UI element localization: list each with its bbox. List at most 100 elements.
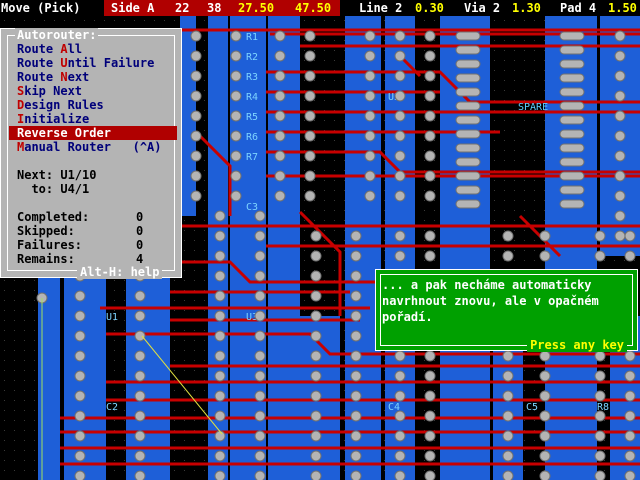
pad [190, 130, 202, 142]
pad [134, 370, 146, 382]
pad [230, 90, 242, 102]
press-any-key-prompt[interactable]: Press any key [527, 338, 627, 352]
pad [614, 130, 626, 142]
pad [364, 110, 376, 122]
menu-item-reverse-order[interactable]: Reverse Order [9, 126, 177, 140]
pad [502, 350, 514, 362]
pad [214, 250, 226, 262]
pad [624, 390, 636, 402]
pad [230, 70, 242, 82]
via-label: Via 2 [464, 1, 501, 15]
menu-item-initialize[interactable]: Initialize [17, 112, 89, 126]
pad [350, 230, 362, 242]
pad [310, 370, 322, 382]
pad [310, 230, 322, 242]
pad [394, 150, 406, 162]
pad [394, 110, 406, 122]
pad [559, 59, 585, 69]
pad [350, 250, 362, 262]
pad [304, 110, 316, 122]
skipped-label: Skipped: [17, 224, 75, 238]
pad [230, 50, 242, 62]
coord-x-mm: 27.50 [238, 1, 275, 15]
pad [594, 250, 606, 262]
failures-label: Failures: [17, 238, 83, 252]
pad [455, 115, 481, 125]
pad [74, 310, 86, 322]
pad [455, 171, 481, 181]
autorouter-menu: Autorouter: Route All Route Until Failure… [0, 28, 182, 279]
pad [214, 290, 226, 302]
pad [394, 230, 406, 242]
pad [254, 450, 266, 462]
pad [594, 230, 606, 242]
pad [350, 390, 362, 402]
pad [424, 390, 436, 402]
pad [304, 30, 316, 42]
menu-item-route-until-failure[interactable]: Route Until Failure [17, 56, 154, 70]
component-label: R4 [246, 92, 258, 103]
line-label: Line 2 [359, 1, 403, 15]
pad [310, 310, 322, 322]
menu-item-design-rules[interactable]: Design Rules [17, 98, 104, 112]
pad [594, 430, 606, 442]
pad [254, 370, 266, 382]
pad [614, 230, 626, 242]
pad [559, 171, 585, 181]
component-label: R2 [246, 52, 258, 63]
pad [614, 30, 626, 42]
pad [254, 410, 266, 422]
side-indicator: Side A [111, 1, 155, 15]
pad [424, 410, 436, 422]
pad [254, 350, 266, 362]
pad [304, 90, 316, 102]
menu-item-skip-next[interactable]: Skip Next [17, 84, 82, 98]
pad [74, 370, 86, 382]
pad [539, 250, 551, 262]
pad [455, 129, 481, 139]
menu-item-route-all[interactable]: Route All [17, 42, 82, 56]
component-label: U1 [106, 312, 118, 323]
pad [455, 199, 481, 209]
pad [614, 190, 626, 202]
coord-y-grid: 38 [207, 1, 222, 15]
pad [254, 390, 266, 402]
component-label: C5 [526, 402, 538, 413]
next-net-label: Next: U1/10 [17, 168, 97, 182]
pad [230, 150, 242, 162]
pad [502, 250, 514, 262]
pad [455, 59, 481, 69]
pad [274, 190, 286, 202]
pad [424, 30, 436, 42]
menu-item-manual-router-a[interactable]: Manual Router (^A) [17, 140, 162, 154]
pad [394, 410, 406, 422]
dialog-line-3: pořadí. [382, 310, 433, 324]
pad [424, 150, 436, 162]
menu-title: Autorouter: [15, 28, 99, 42]
pad [214, 470, 226, 480]
pad [310, 270, 322, 282]
pad [254, 330, 266, 342]
pad [424, 170, 436, 182]
pad [614, 170, 626, 182]
hotkey-letter: A [60, 42, 68, 56]
pad [394, 30, 406, 42]
pad [539, 390, 551, 402]
help-hint[interactable]: Alt-H: help [77, 265, 163, 279]
pad [134, 330, 146, 342]
pad [559, 87, 585, 97]
tutorial-dialog[interactable]: ... a pak necháme automaticky navrhnout … [375, 269, 638, 352]
pad [539, 410, 551, 422]
pad [310, 350, 322, 362]
pad [502, 450, 514, 462]
pad [350, 350, 362, 362]
pad [214, 430, 226, 442]
pad [274, 30, 286, 42]
pad [74, 410, 86, 422]
menu-item-route-next[interactable]: Route Next [17, 70, 89, 84]
pad [190, 190, 202, 202]
pad [134, 410, 146, 422]
remains-label: Remains: [17, 252, 75, 266]
pad [394, 430, 406, 442]
pad [594, 470, 606, 480]
